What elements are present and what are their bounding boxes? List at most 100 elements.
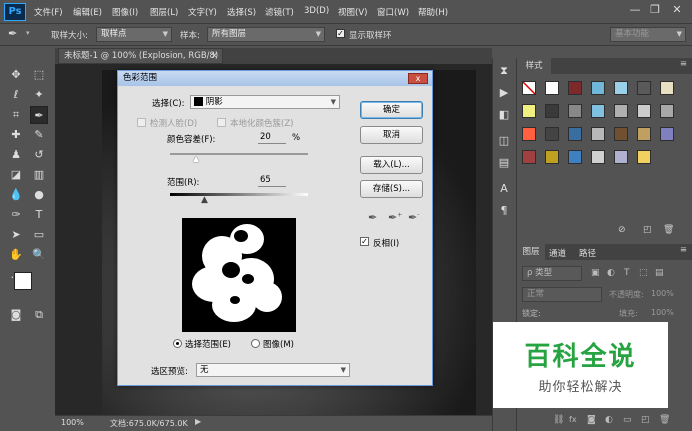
pen-tool-icon[interactable]: ✑	[7, 206, 25, 224]
style-swatch[interactable]	[614, 104, 628, 118]
menu-image[interactable]: 图像(I)	[112, 6, 138, 18]
style-swatch[interactable]	[660, 104, 674, 118]
style-swatch-none[interactable]	[522, 81, 536, 95]
healing-brush-tool-icon[interactable]: ✚	[7, 126, 25, 144]
detect-faces-checkbox[interactable]	[137, 118, 146, 127]
eyedropper-icon[interactable]: ✒	[368, 211, 377, 224]
delete-style-icon[interactable]: 🗑	[663, 225, 674, 235]
selection-preview-select[interactable]: 无 ▼	[196, 363, 350, 377]
blend-mode-select[interactable]: 正常	[522, 287, 602, 302]
range-slider-track[interactable]	[170, 193, 308, 196]
history-panel-icon[interactable]: ⧗	[495, 62, 513, 80]
style-swatch[interactable]	[568, 81, 582, 95]
menu-help[interactable]: 帮助(H)	[418, 6, 448, 18]
style-swatch[interactable]	[614, 150, 628, 164]
style-swatch[interactable]	[591, 150, 605, 164]
save-button[interactable]: 存储(S)...	[360, 180, 423, 198]
panel-menu-icon[interactable]: ≡	[680, 245, 687, 255]
screen-mode-icon[interactable]: ⧉	[30, 306, 48, 324]
menu-window[interactable]: 窗口(W)	[377, 6, 409, 18]
style-swatch[interactable]	[545, 127, 559, 141]
add-mask-icon[interactable]: ◙	[587, 415, 596, 425]
cancel-button[interactable]: 取消	[360, 126, 423, 144]
style-swatch[interactable]	[637, 127, 651, 141]
menu-edit[interactable]: 编辑(E)	[73, 6, 102, 18]
selection-radio[interactable]	[173, 339, 182, 348]
menu-view[interactable]: 视图(V)	[338, 6, 367, 18]
menu-select[interactable]: 选择(S)	[227, 6, 256, 18]
style-swatch[interactable]	[522, 127, 536, 141]
fx-icon[interactable]: fx	[569, 415, 577, 424]
styles-panel-icon[interactable]: ▤	[495, 154, 513, 172]
adjustment-filter-icon[interactable]: ◐	[607, 268, 615, 278]
eyedropper-plus-icon[interactable]: ✒+	[388, 211, 402, 224]
clone-stamp-tool-icon[interactable]: ♟	[7, 146, 25, 164]
close-tab-icon[interactable]: ×	[211, 49, 218, 63]
new-style-icon[interactable]: ⊘	[618, 225, 626, 235]
restore-icon[interactable]: ❐	[648, 3, 662, 17]
create-style-icon[interactable]: ◰	[643, 225, 652, 235]
eyedropper-minus-icon[interactable]: ✒-	[408, 211, 419, 224]
style-swatch[interactable]	[522, 150, 536, 164]
brush-tool-icon[interactable]: ✎	[30, 126, 48, 144]
eyedropper-tool-active-icon[interactable]: ✒	[30, 106, 48, 124]
style-swatch[interactable]	[614, 81, 628, 95]
style-swatch[interactable]	[568, 104, 582, 118]
load-button[interactable]: 载入(L)...	[360, 156, 423, 174]
layer-kind-filter[interactable]: ρ 类型	[522, 266, 582, 281]
dodge-tool-icon[interactable]: ●	[30, 186, 48, 204]
fill-value[interactable]: 100%	[651, 308, 674, 317]
style-swatch[interactable]	[614, 127, 628, 141]
path-selection-tool-icon[interactable]: ➤	[7, 226, 25, 244]
fuzziness-slider-handle[interactable]: ▲	[193, 154, 199, 163]
new-layer-icon[interactable]: ◰	[641, 415, 650, 425]
new-group-icon[interactable]: ▭	[623, 415, 632, 425]
tab-channels[interactable]: 通道	[549, 247, 566, 259]
menu-file[interactable]: 文件(F)	[34, 6, 63, 18]
localized-clusters-checkbox[interactable]	[217, 118, 226, 127]
range-slider-handle[interactable]: ▲	[201, 195, 208, 205]
fuzziness-slider-track[interactable]	[170, 153, 308, 155]
lasso-tool-icon[interactable]: ℓ	[7, 86, 25, 104]
panel-menu-icon[interactable]: ≡	[680, 59, 687, 69]
style-swatch[interactable]	[545, 104, 559, 118]
style-swatch[interactable]	[637, 81, 651, 95]
style-swatch[interactable]	[545, 81, 559, 95]
quick-mask-icon[interactable]: ◙	[7, 306, 25, 324]
tool-preset-chevron-icon[interactable]: ▾	[26, 29, 30, 37]
style-swatch[interactable]	[637, 150, 651, 164]
type-tool-icon[interactable]: T	[30, 206, 48, 224]
range-input[interactable]: 65	[258, 175, 286, 187]
style-swatch[interactable]	[660, 81, 674, 95]
style-swatch[interactable]	[637, 104, 651, 118]
style-swatch[interactable]	[660, 127, 674, 141]
workspace-select[interactable]: 基本功能 ▼	[610, 27, 686, 42]
minimize-icon[interactable]: —	[628, 3, 642, 17]
sample-select[interactable]: 所有图层 ▼	[207, 27, 325, 42]
fuzziness-input[interactable]: 20	[258, 132, 286, 144]
zoom-level[interactable]: 100%	[61, 418, 84, 427]
status-menu-arrow-icon[interactable]: ▶	[195, 417, 201, 426]
adjustments-panel-icon[interactable]: ◫	[495, 132, 513, 150]
link-layers-icon[interactable]: ⛓	[553, 415, 564, 425]
select-dropdown[interactable]: 阴影 ▼	[190, 95, 340, 109]
zoom-tool-icon[interactable]: 🔍	[30, 246, 48, 264]
ok-button[interactable]: 确定	[360, 101, 423, 119]
smart-object-filter-icon[interactable]: ▤	[655, 268, 664, 278]
new-adjustment-icon[interactable]: ◐	[605, 415, 613, 425]
style-swatch[interactable]	[545, 150, 559, 164]
style-swatch[interactable]	[568, 127, 582, 141]
tab-paths[interactable]: 路径	[579, 247, 596, 259]
blur-tool-icon[interactable]: 💧	[7, 186, 25, 204]
foreground-color-swatch[interactable]	[14, 272, 32, 290]
pixel-filter-icon[interactable]: ▣	[591, 268, 600, 278]
actions-panel-icon[interactable]: ▶	[495, 84, 513, 102]
eraser-tool-icon[interactable]: ◪	[7, 166, 25, 184]
show-ring-checkbox[interactable]: ✓	[336, 29, 345, 38]
style-swatch[interactable]	[568, 150, 582, 164]
tab-layers[interactable]: 图层	[517, 244, 545, 260]
menu-3d[interactable]: 3D(D)	[304, 6, 329, 16]
marquee-tool-icon[interactable]: ⬚	[30, 66, 48, 84]
dialog-close-button[interactable]: x	[408, 73, 428, 84]
magic-wand-tool-icon[interactable]: ✦	[30, 86, 48, 104]
